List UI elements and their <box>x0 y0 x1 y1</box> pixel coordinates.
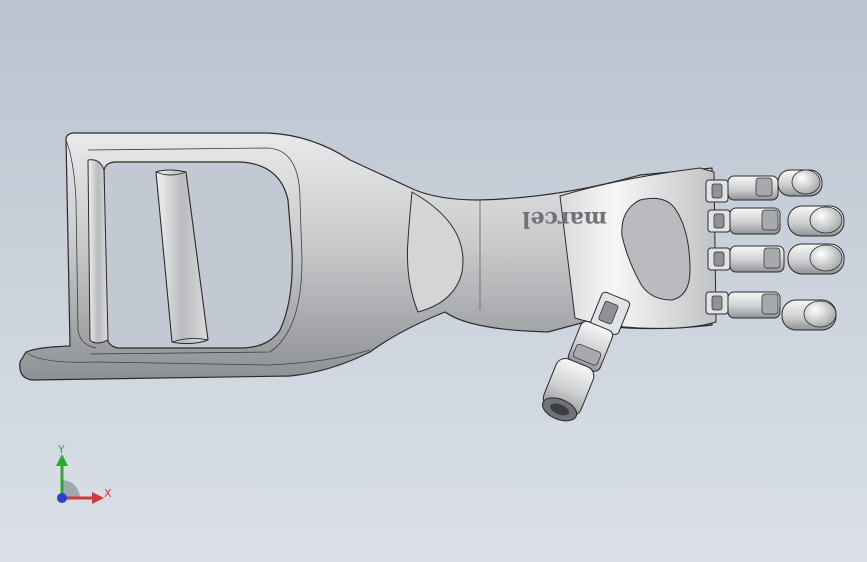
finger-1[interactable] <box>705 169 823 203</box>
engraved-logo-text: marcel <box>522 206 607 232</box>
y-axis-label: Y <box>57 443 65 456</box>
x-axis-label: X <box>104 487 112 500</box>
finger-4[interactable] <box>705 291 837 331</box>
coordinate-triad: Y X <box>56 443 112 504</box>
z-axis-dot <box>57 493 67 503</box>
model-view[interactable]: marcel Y X <box>0 0 867 562</box>
finger-2[interactable] <box>707 205 845 237</box>
finger-3[interactable] <box>707 243 845 275</box>
cad-viewport[interactable]: marcel Y X <box>0 0 867 562</box>
